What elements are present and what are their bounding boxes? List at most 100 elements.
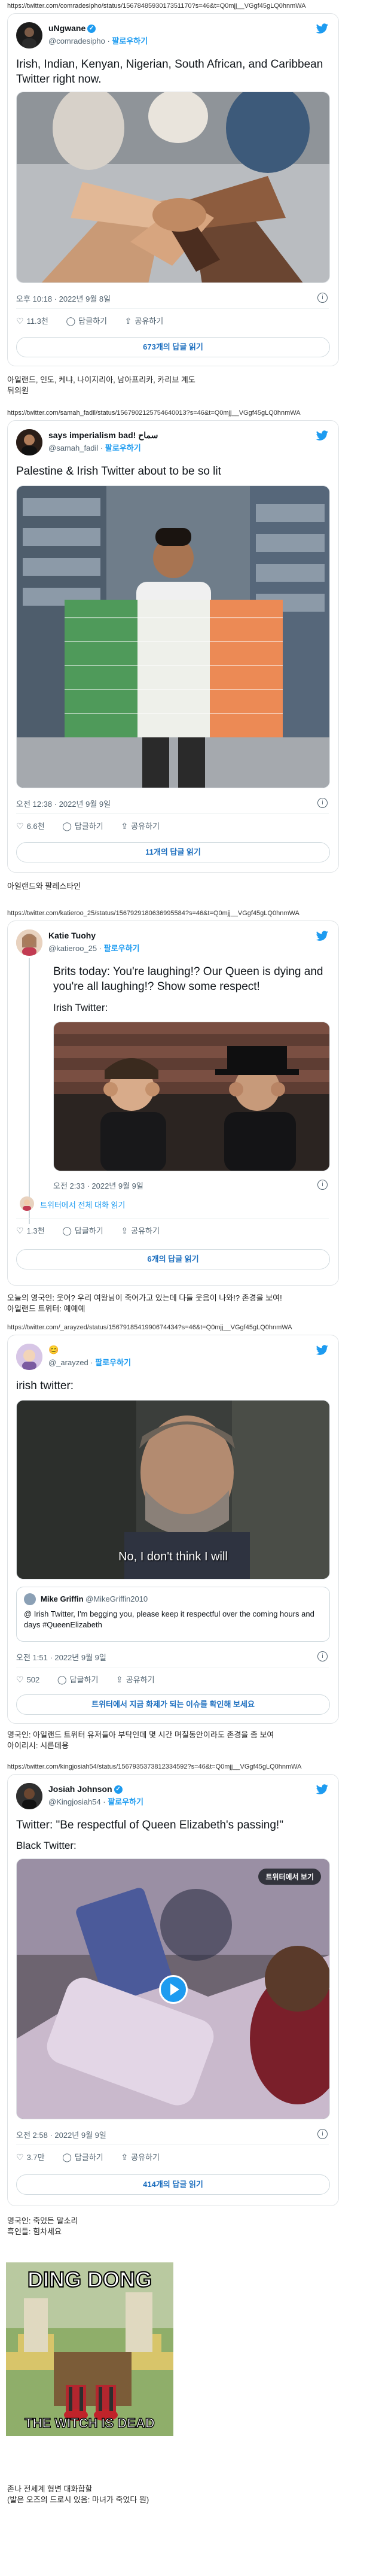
verified-icon: ✓ — [87, 25, 96, 34]
author-name[interactable]: Katie Tuohy — [48, 931, 96, 940]
avatar[interactable] — [16, 429, 42, 455]
share-button[interactable]: ⇪ 공유하기 — [121, 2152, 160, 2162]
tweet-image[interactable]: No, I don't think I will — [16, 1400, 330, 1579]
quoted-tweet[interactable]: Mike Griffin @MikeGriffin2010 @ Irish Tw… — [16, 1587, 330, 1642]
follow-button[interactable]: 팔로우하기 — [112, 37, 148, 45]
share-icon: ⇪ — [121, 821, 129, 831]
share-button[interactable]: ⇪ 공유하기 — [121, 821, 160, 831]
tweet-image[interactable] — [53, 1022, 330, 1171]
follow-button[interactable]: 팔로우하기 — [105, 443, 141, 452]
tweet-text-secondary: Irish Twitter: — [53, 1002, 108, 1013]
tweet-text: Palestine & Irish Twitter about to be so… — [16, 465, 221, 478]
heart-icon: ♡ — [16, 316, 24, 326]
tweet-image[interactable] — [16, 92, 330, 283]
divider — [16, 813, 329, 814]
verified-icon: ✓ — [114, 1785, 123, 1794]
reply-button[interactable]: ◯ 답글하기 — [62, 821, 103, 831]
author-handle[interactable]: @katieroo_25 · 팔로우하기 — [48, 942, 140, 953]
author-handle[interactable]: @_arayzed · 팔로우하기 — [48, 1356, 131, 1368]
avatar[interactable] — [16, 1344, 42, 1370]
author-name[interactable]: uNgwane ✓ — [48, 23, 96, 34]
avatar[interactable] — [16, 22, 42, 48]
share-icon: ⇪ — [121, 2152, 129, 2162]
reply-button[interactable]: ◯ 답글하기 — [57, 1675, 99, 1684]
share-icon: ⇪ — [121, 1226, 129, 1235]
tweet-video[interactable]: 트위터에서 보기 — [16, 1858, 330, 2119]
tweet-url[interactable]: https://twitter.com/_arayzed/status/1567… — [7, 1324, 292, 1331]
author-name[interactable]: Josiah Johnson ✓ — [48, 1784, 123, 1794]
reply-button[interactable]: ◯ 답글하기 — [62, 1226, 103, 1235]
tweet-card: Katie Tuohy @katieroo_25 · 팔로우하기 Brits t… — [7, 921, 339, 1286]
thread-line — [29, 958, 30, 1224]
meme-image: DING DONG THE WITCH IS DEAD — [6, 2262, 173, 2436]
follow-button[interactable]: 팔로우하기 — [104, 944, 140, 953]
footer-caption: 존나 전세계 형변 대화합할 (발은 오즈의 드로시 있음: 마녀가 죽었다 뭔… — [7, 2484, 149, 2504]
share-button[interactable]: ⇪ 공유하기 — [125, 316, 164, 326]
author-handle[interactable]: @comradesipho · 팔로우하기 — [48, 35, 148, 46]
trending-button[interactable]: 트위터에서 지금 화제가 되는 이슈를 확인해 보세요 — [16, 1694, 330, 1715]
read-replies-button[interactable]: 11개의 답글 읽기 — [16, 842, 330, 862]
tweet-text-secondary: Black Twitter: — [16, 1840, 77, 1851]
tweet-url[interactable]: https://twitter.com/kingjosiah54/status/… — [7, 1763, 301, 1770]
heart-icon: ♡ — [16, 1226, 24, 1235]
read-replies-button[interactable]: 414개의 답글 읽기 — [16, 2174, 330, 2195]
tweet-text: Brits today: You're laughing!? Our Queen… — [53, 965, 323, 993]
author-name[interactable]: 😊 — [48, 1345, 59, 1355]
tweet-text: irish twitter: — [16, 1380, 74, 1392]
quote-author: Mike Griffin @MikeGriffin2010 — [41, 1594, 148, 1603]
info-icon[interactable]: i — [317, 2129, 328, 2139]
tweet-image[interactable] — [16, 485, 330, 788]
divider — [16, 2144, 329, 2145]
like-button[interactable]: ♡ 11.3천 — [16, 316, 48, 326]
heart-icon: ♡ — [16, 1675, 24, 1684]
like-button[interactable]: ♡ 1.3천 — [16, 1226, 45, 1235]
twitter-bird-icon[interactable] — [316, 430, 329, 441]
follow-button[interactable]: 팔로우하기 — [95, 1358, 131, 1367]
play-icon[interactable] — [159, 1975, 188, 2004]
read-replies-button[interactable]: 673개의 답글 읽기 — [16, 337, 330, 357]
reply-icon: ◯ — [57, 1675, 67, 1684]
twitter-bird-icon[interactable] — [316, 23, 329, 34]
avatar[interactable] — [16, 929, 42, 956]
view-on-twitter-button[interactable]: 트위터에서 보기 — [258, 1869, 321, 1885]
tweet-actions: ♡ 502 ◯ 답글하기 ⇪ 공유하기 — [16, 1673, 170, 1685]
reply-icon: ◯ — [62, 2152, 72, 2162]
tweet-card: uNgwane ✓ @comradesipho · 팔로우하기 Irish, In… — [7, 13, 339, 366]
reply-button[interactable]: ◯ 답글하기 — [66, 316, 108, 326]
author-handle[interactable]: @Kingjosiah54 · 팔로우하기 — [48, 1796, 143, 1807]
twitter-bird-icon[interactable] — [316, 1345, 329, 1356]
avatar[interactable] — [20, 1196, 34, 1211]
tweet-timestamp[interactable]: 오전 1:51 · 2022년 9월 9일 — [16, 1651, 106, 1663]
like-button[interactable]: ♡ 6.6천 — [16, 821, 45, 831]
follow-button[interactable]: 팔로우하기 — [108, 1797, 143, 1806]
reply-icon: ◯ — [62, 1226, 72, 1235]
author-name[interactable]: says imperialism bad! سماح — [48, 430, 158, 441]
caption: 아일랜드, 인도, 케냐, 나이지리아, 남아프리카, 카리브 계도 뒤의원 — [7, 375, 195, 395]
like-button[interactable]: ♡ 3.7만 — [16, 2152, 45, 2162]
avatar[interactable] — [16, 1783, 42, 1809]
info-icon[interactable]: i — [317, 1180, 328, 1190]
divider — [16, 1218, 329, 1219]
tweet-url[interactable]: https://twitter.com/comradesipho/status/… — [7, 2, 306, 10]
info-icon[interactable]: i — [317, 1651, 328, 1661]
tweet-timestamp[interactable]: 오전 12:38 · 2022년 9월 9일 — [16, 798, 111, 809]
read-full-conversation-link[interactable]: 트위터에서 전체 대화 읽기 — [40, 1199, 125, 1210]
info-icon[interactable]: i — [317, 293, 328, 303]
share-button[interactable]: ⇪ 공유하기 — [116, 1675, 155, 1684]
caption: 아일랜드와 팔레스타인 — [7, 882, 81, 891]
caption: 영국인: 아일랜드 트위터 유저들아 부탁인데 몇 시간 며칠동안이라도 존경을… — [7, 1730, 274, 1750]
read-replies-button[interactable]: 6개의 답글 읽기 — [16, 1249, 330, 1269]
reply-button[interactable]: ◯ 답글하기 — [62, 2152, 103, 2162]
author-handle[interactable]: @samah_fadil · 팔로우하기 — [48, 442, 141, 453]
like-button[interactable]: ♡ 502 — [16, 1675, 39, 1684]
share-button[interactable]: ⇪ 공유하기 — [121, 1226, 160, 1235]
tweet-timestamp[interactable]: 오전 2:58 · 2022년 9월 9일 — [16, 2129, 106, 2140]
caption: 오늘의 영국인: 웃어? 우리 여왕님이 죽어가고 있는데 다들 웃음이 나와!… — [7, 1293, 282, 1313]
info-icon[interactable]: i — [317, 798, 328, 808]
twitter-bird-icon[interactable] — [316, 1784, 329, 1795]
tweet-timestamp[interactable]: 오후 10:18 · 2022년 9월 8일 — [16, 293, 111, 304]
tweet-url[interactable]: https://twitter.com/katieroo_25/status/1… — [7, 910, 299, 917]
twitter-bird-icon[interactable] — [316, 931, 329, 941]
tweet-url[interactable]: https://twitter.com/samah_fadil/status/1… — [7, 409, 301, 417]
tweet-timestamp[interactable]: 오전 2:33 · 2022년 9월 9일 — [53, 1180, 143, 1191]
